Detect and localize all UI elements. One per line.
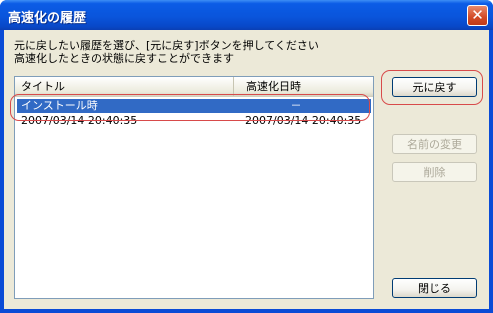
instruction-text: 元に戻したい履歴を選び、[元に戻す]ボタンを押してください 高速化したときの状態…: [14, 39, 319, 65]
close-icon[interactable]: ✕: [467, 5, 488, 26]
delete-button[interactable]: 削除: [392, 162, 477, 182]
annotation-highlight-row: [10, 94, 370, 121]
instruction-line-1: 元に戻したい履歴を選び、[元に戻す]ボタンを押してください: [14, 39, 319, 52]
dialog-window: 高速化の履歴 ✕ 元に戻したい履歴を選び、[元に戻す]ボタンを押してください 高…: [0, 0, 493, 313]
rename-button[interactable]: 名前の変更: [392, 134, 477, 154]
title-bar[interactable]: 高速化の履歴 ✕: [0, 0, 493, 30]
window-title: 高速化の履歴: [8, 11, 87, 26]
annotation-highlight-restore: [381, 70, 483, 105]
close-button[interactable]: 閉じる: [392, 278, 477, 298]
instruction-line-2: 高速化したときの状態に戻すことができます: [14, 52, 234, 65]
